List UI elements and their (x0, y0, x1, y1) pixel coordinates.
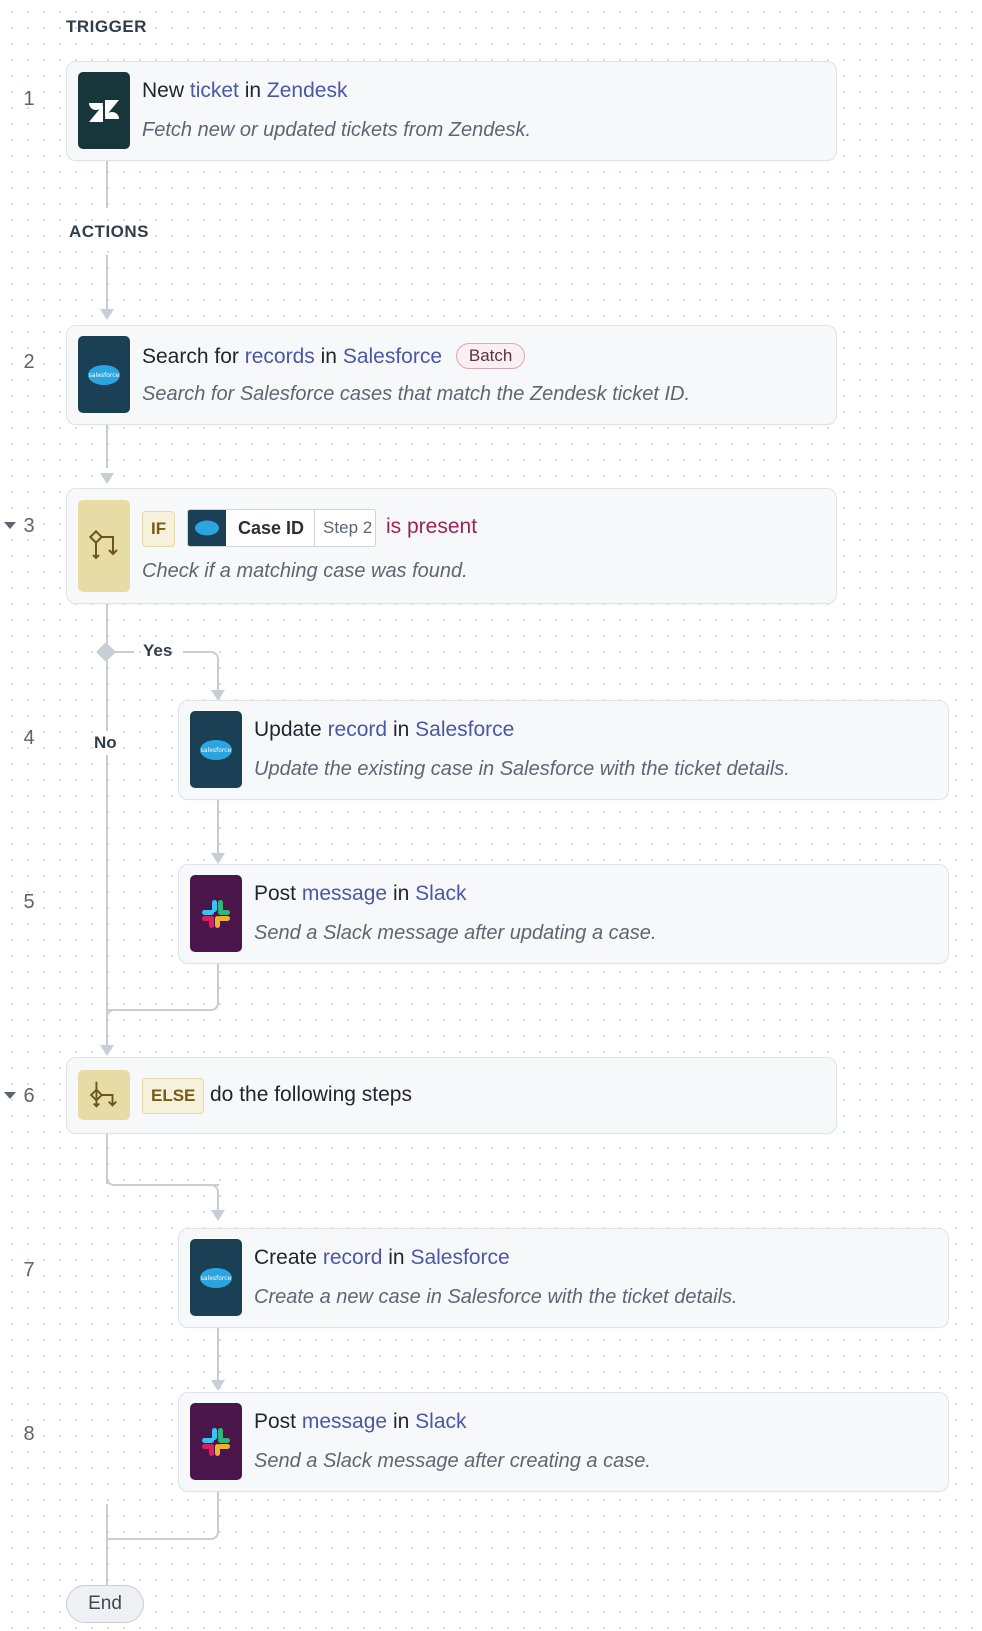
step-8-card[interactable]: Post message in Slack Send a Slack messa… (178, 1392, 949, 1492)
step-object-link[interactable]: records (245, 345, 315, 368)
step-5-card[interactable]: Post message in Slack Send a Slack messa… (178, 864, 949, 964)
salesforce-logo-text: salesforce (89, 372, 120, 379)
step-title: Search for records in Salesforce Batch (142, 343, 526, 369)
else-text: do the following steps (210, 1083, 412, 1106)
step-connector: in (320, 345, 337, 368)
connector-arrow-icon (211, 1380, 225, 1391)
step-6-card[interactable]: ELSE do the following steps (66, 1057, 837, 1134)
salesforce-logo-icon: salesforce (190, 711, 242, 788)
connector-line (112, 651, 134, 653)
step-connector: in (392, 882, 410, 905)
step-verb: Create (254, 1246, 318, 1269)
datapill-step: Step 2 (323, 518, 373, 537)
trigger-section-label: TRIGGER (66, 17, 147, 36)
step-connector: in (392, 718, 410, 741)
connector-line (106, 255, 108, 309)
salesforce-logo-icon: salesforce (78, 336, 130, 413)
branch-else-icon (78, 1070, 130, 1120)
step-verb: New (142, 79, 185, 102)
step-title: Post message in Slack (254, 1410, 467, 1434)
step-description: Send a Slack message after creating a ca… (254, 1450, 651, 1472)
step-object-link[interactable]: ticket (190, 79, 239, 102)
no-branch-line (106, 604, 108, 1040)
connector-line (217, 1194, 219, 1210)
connector-arrow-icon (100, 309, 114, 320)
connector-line (106, 1172, 219, 1186)
connector-line (217, 964, 219, 1001)
step-object-link[interactable]: message (302, 1410, 387, 1433)
step-description: Update the existing case in Salesforce w… (254, 758, 790, 780)
salesforce-logo-icon (188, 510, 226, 546)
step-connector: in (388, 1246, 405, 1269)
salesforce-logo-icon: salesforce (190, 1239, 242, 1316)
step-number: 7 (23, 1259, 35, 1281)
step-number: 4 (23, 727, 35, 749)
step-object-link[interactable]: message (302, 882, 387, 905)
yes-branch-label: Yes (143, 641, 173, 660)
step-verb: Update (254, 718, 322, 741)
no-branch-label: No (94, 731, 117, 755)
connector-arrow-icon (211, 1210, 225, 1221)
step-title: New ticket in Zendesk (142, 79, 347, 103)
case-id-datapill[interactable]: Case ID Step 2 (187, 509, 376, 547)
else-keyword: ELSE (142, 1078, 205, 1114)
step-app-link[interactable]: Slack (415, 882, 466, 905)
step-verb: Post (254, 882, 297, 905)
step-app-link[interactable]: Zendesk (267, 79, 348, 102)
step-number: 3 (23, 515, 35, 537)
step-app-link[interactable]: Salesforce (415, 718, 514, 741)
step-title: Create record in Salesforce (254, 1246, 510, 1270)
step-description: Check if a matching case was found. (142, 560, 468, 582)
step-title: Update record in Salesforce (254, 718, 514, 742)
step-1-card[interactable]: New ticket in Zendesk Fetch new or updat… (66, 61, 837, 161)
actions-section-label: ACTIONS (69, 222, 149, 241)
salesforce-logo-text: salesforce (201, 747, 232, 754)
step-object-link[interactable]: record (323, 1246, 383, 1269)
step-connector: in (392, 1410, 410, 1433)
step-number: 6 (23, 1085, 35, 1107)
batch-badge: Batch (455, 343, 526, 369)
step-verb: Search for (142, 345, 239, 368)
step-number: 5 (23, 891, 35, 913)
connector-line (106, 1538, 108, 1586)
step-connector: in (244, 79, 262, 102)
step-3-card[interactable]: IF Case ID Step 2 is present Check if a … (66, 488, 837, 604)
end-node: End (66, 1585, 144, 1623)
step-app-link[interactable]: Salesforce (410, 1246, 509, 1269)
connector-line (217, 1328, 219, 1380)
step-description: Search for Salesforce cases that match t… (142, 383, 691, 405)
step-4-card[interactable]: salesforce Update record in Salesforce U… (178, 700, 949, 800)
salesforce-logo-text: salesforce (201, 1275, 232, 1282)
step-title: Post message in Slack (254, 882, 467, 906)
connector-arrow-icon (100, 1045, 114, 1056)
step-number: 2 (23, 351, 35, 373)
step-verb: Post (254, 1410, 297, 1433)
step-description: Send a Slack message after updating a ca… (254, 922, 657, 944)
connector-line (106, 424, 108, 468)
connector-line (106, 999, 219, 1011)
connector-line (217, 800, 219, 853)
step-7-card[interactable]: salesforce Create record in Salesforce C… (178, 1228, 949, 1328)
step-2-card[interactable]: salesforce Search for records in Salesfo… (66, 325, 837, 425)
step-description: Create a new case in Salesforce with the… (254, 1286, 738, 1308)
step-object-link[interactable]: record (328, 718, 388, 741)
connector-arrow-icon (211, 853, 225, 864)
connector-line (106, 1504, 219, 1540)
step-number: 8 (23, 1423, 35, 1445)
datapill-field: Case ID (238, 517, 305, 538)
zendesk-logo-icon (78, 72, 130, 149)
slack-logo-icon (190, 875, 242, 952)
connector-arrow-icon (100, 473, 114, 484)
connector-line (106, 1017, 108, 1046)
if-keyword: IF (142, 511, 176, 547)
step-number: 1 (23, 88, 35, 110)
step-app-link[interactable]: Salesforce (343, 345, 442, 368)
branch-if-icon (78, 500, 130, 592)
slack-logo-icon (190, 1403, 242, 1480)
connector-line (217, 660, 219, 692)
step-description: Fetch new or updated tickets from Zendes… (142, 119, 532, 141)
connector-line (106, 160, 108, 208)
step-app-link[interactable]: Slack (415, 1410, 466, 1433)
condition-operator[interactable]: is present (386, 515, 477, 539)
